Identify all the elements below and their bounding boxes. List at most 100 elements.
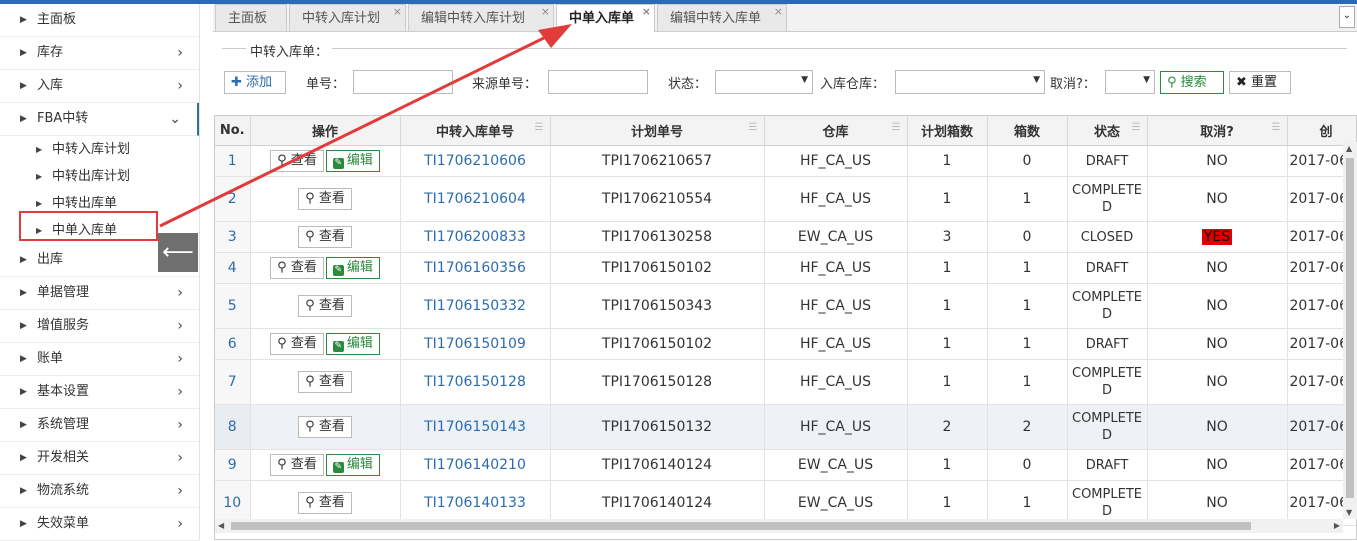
warehouse-select[interactable]: ▼ — [895, 70, 1045, 94]
row-actions: ⚲ 查看 — [250, 404, 401, 450]
column-header[interactable]: 状态 ☰ — [1067, 116, 1148, 146]
vertical-scrollbar[interactable]: ▲ ▼ — [1343, 142, 1357, 519]
table-row[interactable]: 6 ⚲ 查看 ✎ 编辑 TI1706150109 TPI1706150102 HF_CA_U… — [215, 328, 1356, 360]
column-header[interactable]: 箱数 — [987, 116, 1068, 146]
inbound-order-link[interactable]: TI1706150109 — [400, 328, 551, 360]
sidebar-collapse-button[interactable]: ⟵ — [158, 233, 198, 272]
column-header[interactable]: 仓库 ☰ — [764, 116, 908, 146]
inbound-order-link[interactable]: TI1706210606 — [400, 145, 551, 177]
cancel-cell: NO — [1147, 252, 1288, 284]
view-button[interactable]: ⚲ 查看 — [270, 257, 324, 279]
planned-boxes: 1 — [907, 449, 988, 481]
cancel-value: YES — [1201, 229, 1233, 245]
search-icon: ⚲ — [277, 457, 287, 472]
view-button[interactable]: ⚲ 查看 — [298, 371, 352, 393]
tab-transfer-inbound-order[interactable]: 中单入库单 × — [556, 4, 655, 32]
view-button[interactable]: ⚲ 查看 — [298, 188, 352, 210]
column-menu-icon[interactable]: ☰ — [535, 122, 544, 133]
reset-button[interactable]: ✖ 重置 — [1229, 71, 1291, 94]
caret-right-icon: ▶ — [20, 255, 27, 265]
sidebar-subitem-transfer-inbound-plan[interactable]: ▶ 中转入库计划 — [0, 136, 199, 163]
search-icon: ⚲ — [305, 191, 315, 206]
horizontal-scrollbar[interactable]: ◀ ▶ — [215, 519, 1343, 533]
sidebar-item-basic-settings[interactable]: ▶ 基本设置 › — [0, 376, 199, 409]
sidebar-item-expired-menu[interactable]: ▶ 失效菜单 › — [0, 508, 199, 541]
inbound-order-link[interactable]: TI1706200833 — [400, 221, 551, 253]
column-header[interactable]: 取消? ☰ — [1147, 116, 1288, 146]
tab-menu-button[interactable]: ⌄ — [1339, 6, 1355, 28]
planned-boxes: 1 — [907, 176, 988, 222]
close-icon: ✖ — [1236, 75, 1247, 90]
close-icon[interactable]: × — [642, 0, 651, 25]
close-icon[interactable]: × — [541, 0, 550, 25]
table-row[interactable]: 1 ⚲ 查看 ✎ 编辑 TI1706210606 TPI1706210657 HF_CA_U… — [215, 145, 1356, 177]
cancel-select[interactable]: ▼ — [1105, 70, 1155, 94]
sidebar-subitem-transfer-outbound-plan[interactable]: ▶ 中转出库计划 — [0, 163, 199, 190]
inbound-order-link[interactable]: TI1706150332 — [400, 283, 551, 329]
order-no-input[interactable] — [353, 70, 453, 94]
sidebar-item-value-added[interactable]: ▶ 增值服务 › — [0, 310, 199, 343]
inbound-order-link[interactable]: TI1706210604 — [400, 176, 551, 222]
tab-edit-transfer-inbound-plan[interactable]: 编辑中转入库计划 × — [408, 4, 554, 31]
table-row[interactable]: 9 ⚲ 查看 ✎ 编辑 TI1706140210 TPI1706140124 EW_CA_U… — [215, 449, 1356, 481]
search-button[interactable]: ⚲ 搜索 — [1160, 71, 1224, 94]
sidebar-item-documents[interactable]: ▶ 单据管理 › — [0, 277, 199, 310]
sidebar-item-dashboard[interactable]: ▶ 主面板 — [0, 4, 199, 37]
view-button[interactable]: ⚲ 查看 — [270, 333, 324, 355]
table-row[interactable]: 4 ⚲ 查看 ✎ 编辑 TI1706160356 TPI1706150102 HF_CA_U… — [215, 252, 1356, 284]
scroll-left-icon[interactable]: ◀ — [218, 521, 224, 530]
close-icon[interactable]: × — [393, 0, 402, 25]
tab-edit-transfer-inbound-order[interactable]: 编辑中转入库单 × — [657, 4, 787, 31]
edit-button[interactable]: ✎ 编辑 — [325, 150, 380, 172]
view-button[interactable]: ⚲ 查看 — [270, 150, 324, 172]
inbound-order-link[interactable]: TI1706140210 — [400, 449, 551, 481]
sidebar-item-billing[interactable]: ▶ 账单 › — [0, 343, 199, 376]
column-header[interactable]: 计划箱数 — [907, 116, 988, 146]
sidebar-item-system-admin[interactable]: ▶ 系统管理 › — [0, 409, 199, 442]
annotation-highlight-box — [19, 211, 158, 241]
column-header[interactable]: 中转入库单号 ☰ — [400, 116, 551, 146]
column-menu-icon[interactable]: ☰ — [1272, 122, 1281, 133]
tab-transfer-inbound-plan[interactable]: 中转入库计划 × — [289, 4, 406, 31]
sidebar-item-inbound[interactable]: ▶ 入库 › — [0, 70, 199, 103]
column-header[interactable]: No. — [215, 116, 251, 146]
view-button[interactable]: ⚲ 查看 — [298, 295, 352, 317]
view-button[interactable]: ⚲ 查看 — [298, 492, 352, 514]
table-row[interactable]: 7 ⚲ 查看 TI1706150128 TPI1706150128 HF_CA_US 1 1… — [215, 359, 1356, 405]
scroll-up-icon[interactable]: ▲ — [1346, 144, 1352, 153]
scroll-right-icon[interactable]: ▶ — [1334, 521, 1340, 530]
table-row[interactable]: 3 ⚲ 查看 TI1706200833 TPI1706130258 EW_CA_US 3 0… — [215, 221, 1356, 253]
sidebar-item-development[interactable]: ▶ 开发相关 › — [0, 442, 199, 475]
view-button[interactable]: ⚲ 查看 — [270, 454, 324, 476]
inbound-order-link[interactable]: TI1706150128 — [400, 359, 551, 405]
column-menu-icon[interactable]: ☰ — [1132, 122, 1141, 133]
edit-button[interactable]: ✎ 编辑 — [325, 454, 380, 476]
column-menu-icon[interactable]: ☰ — [749, 122, 758, 133]
inbound-order-link[interactable]: TI1706160356 — [400, 252, 551, 284]
plan-number: TPI1706150102 — [550, 328, 765, 360]
sidebar-item-logistics[interactable]: ▶ 物流系统 › — [0, 475, 199, 508]
tab-dashboard[interactable]: 主面板 — [215, 4, 287, 31]
status-select[interactable]: ▼ — [715, 70, 813, 94]
column-header[interactable]: 操作 — [250, 116, 401, 146]
scroll-down-icon[interactable]: ▼ — [1346, 508, 1352, 517]
source-no-input[interactable] — [548, 70, 648, 94]
view-button[interactable]: ⚲ 查看 — [298, 226, 352, 248]
add-button[interactable]: ✚ 添加 — [224, 71, 286, 94]
table-row[interactable]: 8 ⚲ 查看 TI1706150143 TPI1706150132 HF_CA_US 2 2… — [215, 404, 1356, 450]
inbound-order-link[interactable]: TI1706150143 — [400, 404, 551, 450]
table-row[interactable]: 5 ⚲ 查看 TI1706150332 TPI1706150343 HF_CA_US 1 1… — [215, 283, 1356, 329]
column-menu-icon[interactable]: ☰ — [892, 122, 901, 133]
scroll-thumb[interactable] — [231, 522, 1251, 530]
edit-button[interactable]: ✎ 编辑 — [325, 257, 380, 279]
sidebar-item-fba-transfer[interactable]: ▶ FBA中转 ⌄ — [0, 103, 199, 136]
sidebar-item-inventory[interactable]: ▶ 库存 › — [0, 37, 199, 70]
view-button[interactable]: ⚲ 查看 — [298, 416, 352, 438]
plan-number: TPI1706150102 — [550, 252, 765, 284]
column-header[interactable]: 计划单号 ☰ — [550, 116, 765, 146]
close-icon[interactable]: × — [774, 0, 783, 25]
scroll-thumb[interactable] — [1346, 158, 1354, 498]
order-no-label: 单号： — [306, 77, 346, 92]
table-row[interactable]: 2 ⚲ 查看 TI1706210604 TPI1706210554 HF_CA_US 1 1… — [215, 176, 1356, 222]
edit-button[interactable]: ✎ 编辑 — [325, 333, 380, 355]
